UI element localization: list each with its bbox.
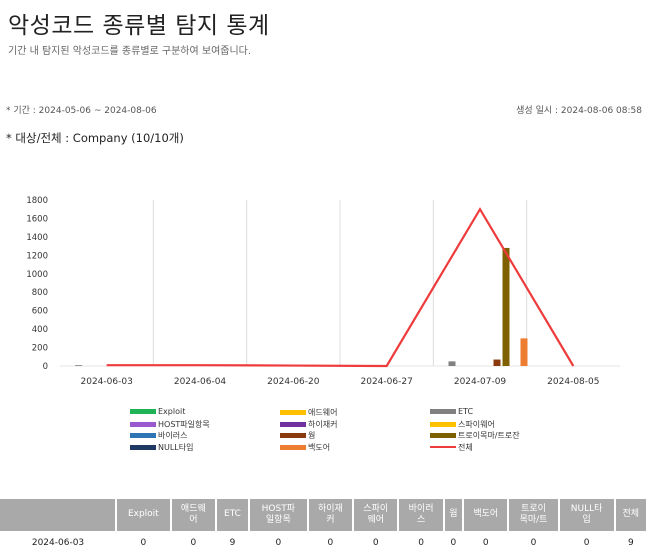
legend-label: 스파이웨어 [458,419,495,429]
legend-item: ETC [430,407,473,416]
table-cell: 0 [398,531,444,554]
legend-item: 하이재커 [280,419,337,430]
bar [520,338,528,366]
table-cell: 0 [353,531,399,554]
x-tick-label: 2024-06-20 [267,377,320,387]
legend-swatch [280,433,306,438]
table-cell: 2024-06-03 [0,531,116,554]
legend-label: Exploit [158,407,186,416]
table-cell: 0 [116,531,171,554]
bar [502,247,510,366]
legend-label: NULL타입 [158,442,194,452]
table-header-cell: 백도어 [463,499,510,531]
legend-swatch [280,410,306,415]
y-tick-label: 1400 [26,233,48,243]
stats-table: Exploit 애드웨 어 ETC HOST파 일항목 하이재 커 스파이 웨어 바이러 스 웜 백도어 트… [0,499,648,554]
page-title: 악성코드 종류별 탐지 통계 [8,13,270,39]
bar [493,359,501,366]
table-cell: 0 [508,531,559,554]
legend-swatch [130,421,156,427]
table-header-cell: 웜 [443,499,465,531]
table-header-cell: NULL타 입 [558,499,616,531]
legend-item: Exploit [130,407,185,416]
y-tick-label: 1200 [26,251,48,261]
table-cell: 0 [248,531,308,554]
legend-swatch [430,421,456,427]
legend-label: 트로이목마/트로잔 [458,431,520,440]
legend-item: 애드웨어 [280,407,337,418]
created-label: 생성 일시 : 2024-08-06 08:58 [516,106,642,116]
table-header-cell: ETC [216,499,250,531]
table-cell: 9 [614,531,647,554]
legend-label: 애드웨어 [308,408,338,417]
table-cell: 0 [307,531,354,554]
legend-item: 전체 [430,442,473,453]
table-cell: 9 [216,531,249,554]
table-header-cell: HOST파 일항목 [248,499,309,531]
y-tick-label: 0 [43,362,48,372]
legend-label: 백도어 [308,442,331,452]
table-header-cell: 트로이 목마/트 [508,499,560,531]
table-header-cell: 전체 [614,499,648,531]
malware-chart: 0 200 400 600 800 1000 1200 1400 1600 1800 2024-06… [26,196,620,387]
table-row: 2024-06-03 0 0 9 0 0 0 0 0 0 0 0 9 [0,531,647,554]
table-header-cell: 바이러 스 [398,499,445,531]
y-tick-label: 600 [32,307,48,317]
table-header-cell: 애드웨 어 [170,499,218,531]
legend-label: ETC [458,407,474,416]
legend-item: HOST파일항목 [130,419,210,430]
table-header-cell: 하이재 커 [307,499,355,531]
x-tick-label: 2024-08-05 [547,377,599,387]
legend-swatch [130,444,156,450]
legend-item: 웜 [280,430,315,441]
period-label: * 기간 : 2024-05-06 ~ 2024-08-06 [6,106,157,116]
legend-label: 웜 [308,431,316,440]
table-cell: 0 [558,531,615,554]
legend-swatch [430,446,456,448]
legend-swatch [130,433,156,438]
legend-swatch [280,444,306,450]
bar [448,361,456,366]
x-tick-label: 2024-07-09 [454,377,507,387]
y-tick-label: 1800 [26,196,48,206]
y-tick-label: 800 [32,288,48,298]
legend-swatch [430,409,456,414]
legend-swatch [430,433,456,438]
legend-swatch [130,409,156,414]
y-tick-label: 1000 [26,270,48,280]
x-tick-label: 2024-06-27 [361,377,413,387]
table-cell: 0 [463,531,509,554]
legend-label: 하이재커 [308,419,338,429]
legend-item: 트로이목마/트로잔 [430,430,520,441]
legend-label: 전체 [458,442,473,452]
table-cell: 0 [443,531,464,554]
legend-item: 백도어 [280,442,330,453]
table-cell: 0 [170,531,217,554]
table-header-cell: Exploit [116,499,172,531]
target-label: * 대상/전체 : Company (10/10개) [6,131,184,145]
legend-label: HOST파일항목 [158,419,210,429]
x-tick-label: 2024-06-03 [81,377,133,387]
y-tick-label: 200 [32,344,48,354]
legend-swatch [280,421,306,427]
legend-item: 바이러스 [130,430,187,441]
table-header-row: Exploit 애드웨 어 ETC HOST파 일항목 하이재 커 스파이 웨어 바이러 스 웜 백도어 트… [0,499,648,531]
x-tick-label: 2024-06-04 [174,377,227,387]
bar [75,365,83,366]
legend-label: 바이러스 [158,431,188,440]
table-header-cell [0,499,117,531]
table-header-cell: 스파이 웨어 [353,499,400,531]
page-subtitle: 기간 내 탐지된 악성코드를 종류별로 구분하여 보여줍니다. [8,46,252,57]
legend-item: NULL타입 [130,442,193,453]
legend-item: 스파이웨어 [430,419,495,430]
y-tick-label: 1600 [26,214,48,224]
y-tick-label: 400 [32,325,48,335]
